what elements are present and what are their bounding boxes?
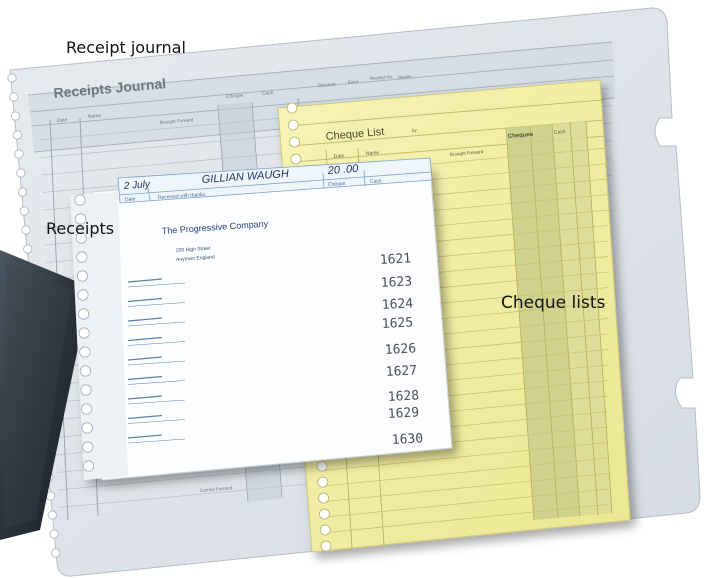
- punch-hole: [14, 149, 24, 159]
- receipts-callout: Receipts: [46, 219, 115, 238]
- punch-hole: [79, 365, 92, 377]
- punch-hole: [82, 460, 95, 472]
- receipt-number: 1630: [391, 431, 423, 448]
- receipt-amount-value: 20 .00: [326, 163, 359, 177]
- punch-hole: [7, 73, 17, 83]
- punch-hole: [47, 510, 57, 520]
- punch-hole: [12, 130, 22, 140]
- punch-hole: [74, 194, 86, 206]
- punch-hole: [318, 492, 330, 504]
- journal-col-cash: Cash: [262, 90, 274, 97]
- punch-hole: [10, 111, 21, 121]
- receipt-number: 1626: [384, 341, 416, 358]
- punch-hole: [16, 168, 26, 178]
- journal-col-name: Name: [88, 113, 102, 120]
- punch-hole: [81, 422, 93, 434]
- journal-col-date: Date: [57, 117, 68, 124]
- punch-hole: [19, 206, 29, 216]
- punch-hole: [23, 244, 33, 254]
- journal-col-extra: Extra: [348, 79, 359, 85]
- receipt-number: 1628: [387, 388, 419, 405]
- punch-hole: [316, 460, 328, 472]
- cheque-list-col-cash: Cash: [554, 129, 566, 136]
- punch-hole: [319, 524, 331, 536]
- receipt-label-date: Date: [125, 196, 136, 203]
- punch-hole: [9, 92, 19, 102]
- punch-hole: [76, 270, 89, 282]
- punch-hole: [17, 187, 28, 197]
- stationery-scene: Receipts Journal Date Name Cheque Cash D…: [0, 7, 701, 577]
- receipt-journal-callout: Receipt journal: [66, 38, 186, 57]
- punch-hole: [290, 153, 302, 165]
- punch-hole: [81, 403, 93, 415]
- punch-hole: [21, 225, 31, 235]
- punch-hole: [78, 308, 90, 320]
- punch-hole: [80, 384, 92, 396]
- punch-hole: [320, 540, 332, 552]
- punch-hole: [49, 529, 59, 539]
- punch-hole: [289, 136, 301, 148]
- receipt-label-cash: Cash: [370, 178, 382, 185]
- punch-hole: [287, 119, 299, 131]
- punch-hole: [78, 327, 90, 339]
- punch-hole: [51, 548, 61, 558]
- punch-hole: [286, 102, 298, 114]
- punch-hole: [318, 508, 330, 520]
- cheque-list-col-date: Date: [334, 153, 345, 160]
- receipt-number: 1624: [381, 296, 413, 313]
- receipt-number: 1627: [385, 363, 417, 380]
- cheque-lists-callout: Cheque lists: [501, 293, 606, 313]
- receipt-number: 1623: [380, 274, 412, 291]
- punch-hole: [77, 289, 89, 301]
- receipt-number: 1629: [387, 405, 419, 422]
- receipt-date-value: 2 July: [122, 179, 151, 192]
- punch-hole: [82, 441, 94, 453]
- cheque-list-col-name: Name: [366, 150, 380, 157]
- punch-hole: [76, 251, 88, 263]
- punch-hole: [79, 346, 91, 358]
- receipt-number: 1621: [379, 251, 411, 268]
- receipt-number: 1625: [381, 315, 413, 332]
- receipt-label-cheque: Cheque: [328, 181, 346, 188]
- punch-hole: [317, 476, 329, 488]
